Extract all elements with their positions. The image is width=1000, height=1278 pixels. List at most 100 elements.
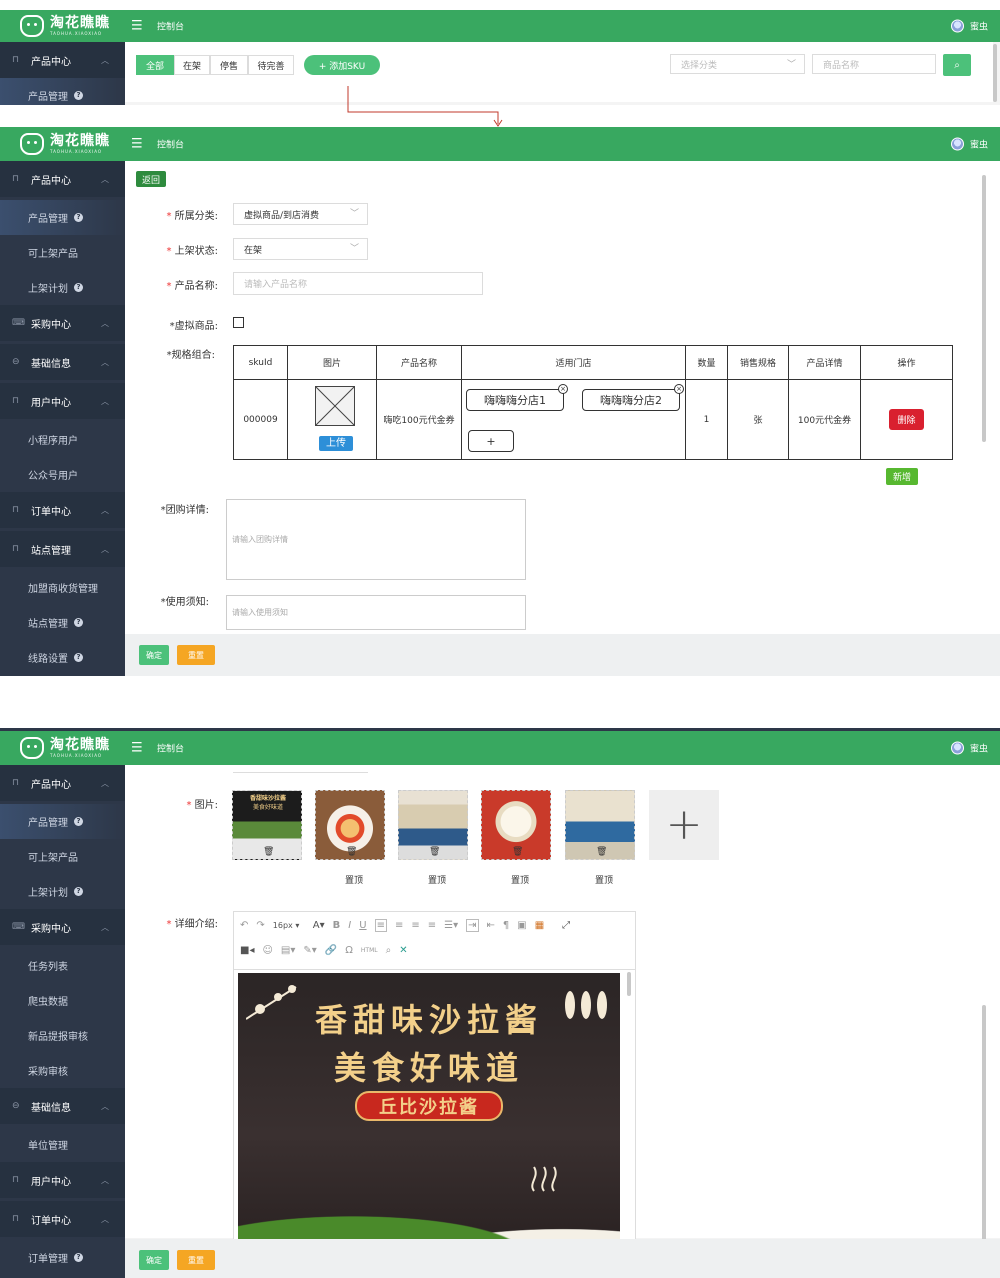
upload-button[interactable]: 上传 — [319, 436, 353, 451]
add-row-button[interactable]: 新增 — [886, 468, 918, 485]
sidebar-group[interactable]: ⊓ 产品中心 ︿ — [0, 765, 125, 801]
sidebar-item[interactable]: 小程序用户 — [0, 422, 125, 457]
trash-icon[interactable]: 🗑 — [512, 847, 523, 857]
find-icon[interactable]: ⌕ — [386, 945, 392, 956]
undo-icon[interactable]: ↶ — [240, 920, 248, 931]
bold-icon[interactable]: B — [333, 920, 341, 931]
clear-format-icon[interactable]: ✕ — [399, 945, 407, 956]
italic-icon[interactable]: I — [348, 920, 351, 931]
sidebar-item[interactable]: 上架计划? — [0, 874, 125, 909]
sidebar-group[interactable]: ⊖ 基础信息 ︿ — [0, 1088, 125, 1124]
sidebar-group[interactable]: ⊓ 站点管理 ︿ — [0, 531, 125, 567]
reset-button[interactable]: 重置 — [177, 645, 215, 665]
product-image[interactable]: 🗑 — [398, 790, 468, 860]
product-name-input[interactable]: 请输入产品名称 — [233, 272, 483, 295]
notice-textarea[interactable]: 请输入使用须知 — [226, 595, 526, 630]
sidebar-group[interactable]: ⊓ 产品中心 ︿ — [0, 161, 125, 197]
special-char-icon[interactable]: Ω — [345, 945, 353, 956]
sidebar-item[interactable]: 任务列表 — [0, 948, 125, 983]
logo[interactable]: 淘花瞧瞧 TAOHUA.XIAOXIAO — [0, 731, 125, 765]
trash-icon[interactable]: 🗑 — [429, 847, 440, 857]
remove-store-icon[interactable]: × — [674, 384, 684, 394]
product-name-input[interactable]: 商品名称 — [812, 54, 936, 74]
product-image[interactable]: 🗑 — [481, 790, 551, 860]
sidebar-group[interactable]: ⌨ 采购中心 ︿ — [0, 305, 125, 341]
sidebar-group[interactable]: ⊓ 订单中心 ︿ — [0, 492, 125, 528]
sidebar-item[interactable]: 爬虫数据 — [0, 983, 125, 1018]
tab-on-shelf[interactable]: 在架 — [174, 55, 210, 75]
editor-scrollbar[interactable] — [627, 972, 631, 996]
code-block-icon[interactable]: ▤▾ — [281, 945, 295, 956]
html-icon[interactable]: HTML — [361, 947, 378, 954]
align-center-icon[interactable]: ≡ — [395, 920, 403, 931]
font-size-select[interactable]: 16px ▾ — [273, 921, 305, 930]
pin-top-link[interactable]: 置顶 — [319, 873, 389, 886]
remove-store-icon[interactable]: × — [558, 384, 568, 394]
pin-top-link[interactable]: 置顶 — [402, 873, 472, 886]
brush-icon[interactable]: ✎▾ — [303, 945, 316, 956]
redo-icon[interactable]: ↷ — [256, 920, 264, 931]
add-sku-button[interactable]: + 添加SKU — [304, 55, 380, 75]
hamburger-icon[interactable]: ☰ — [131, 137, 143, 152]
sidebar-item[interactable]: 公众号用户 — [0, 457, 125, 492]
paragraph-icon[interactable]: ¶ — [503, 920, 509, 931]
outdent-icon[interactable]: ⇤ — [487, 920, 495, 931]
confirm-button[interactable]: 确定 — [139, 1250, 169, 1270]
trash-icon[interactable]: 🗑 — [346, 847, 357, 857]
category-select[interactable]: 选择分类 ﹀ — [670, 54, 805, 74]
editor-body[interactable]: 香甜味沙拉酱 美食好味道 丘比沙拉酱 — [233, 969, 636, 1241]
trash-icon[interactable]: 🗑 — [263, 847, 274, 857]
virtual-checkbox[interactable] — [233, 317, 244, 328]
pin-top-link[interactable]: 置顶 — [485, 873, 555, 886]
align-right-icon[interactable]: ≡ — [411, 920, 419, 931]
confirm-button[interactable]: 确定 — [139, 645, 169, 665]
back-button[interactable]: 返回 — [136, 171, 166, 187]
emoji-icon[interactable]: ☺ — [262, 945, 272, 956]
video-icon[interactable]: ■◂ — [240, 945, 254, 956]
reset-button[interactable]: 重置 — [177, 1250, 215, 1270]
fullscreen-icon[interactable]: ⤢ — [562, 920, 570, 931]
font-color-icon[interactable]: A▾ — [313, 920, 325, 931]
scrollbar[interactable] — [993, 44, 997, 102]
breadcrumb[interactable]: 控制台 — [157, 138, 184, 151]
scrollbar[interactable] — [982, 175, 986, 442]
sidebar-item[interactable]: 单位管理 — [0, 1127, 125, 1162]
sidebar-item[interactable]: 加盟商收货管理 — [0, 570, 125, 605]
indent-icon[interactable]: ⇥ — [466, 919, 479, 932]
sidebar-item[interactable]: 订单管理? — [0, 1240, 125, 1275]
sidebar-group[interactable]: ⌨ 采购中心 ︿ — [0, 909, 125, 945]
sidebar-group-product-center[interactable]: ⊓ 产品中心 ︿ — [0, 42, 125, 78]
sidebar-group[interactable]: ⊖ 基础信息 ︿ — [0, 344, 125, 380]
hamburger-icon[interactable]: ☰ — [131, 19, 143, 34]
product-image[interactable]: 香甜味沙拉酱 美食好味道 🗑 — [232, 790, 302, 860]
breadcrumb[interactable]: 控制台 — [157, 20, 184, 33]
search-button[interactable]: ⌕ — [943, 54, 971, 76]
sidebar-item[interactable]: 线路设置? — [0, 640, 125, 675]
line-height-icon[interactable]: ☰▾ — [444, 920, 458, 931]
logo[interactable]: 淘花瞧瞧 TAOHUA.XIAOXIAO — [0, 127, 125, 161]
media-icon[interactable]: ▦ — [535, 920, 544, 931]
sidebar-item[interactable]: 站点管理? — [0, 605, 125, 640]
sidebar-item[interactable]: 新品提报审核 — [0, 1018, 125, 1053]
sidebar-group[interactable]: ⊓ 订单中心 ︿ — [0, 1201, 125, 1237]
logo[interactable]: 淘花瞧瞧 TAOHUA.XIAOXIAO — [0, 10, 125, 42]
justify-icon[interactable]: ≡ — [428, 920, 436, 931]
align-left-icon[interactable]: ≡ — [374, 919, 387, 932]
pin-top-link[interactable]: 置顶 — [569, 873, 639, 886]
tab-incomplete[interactable]: 待完善 — [248, 55, 294, 75]
underline-icon[interactable]: U — [359, 920, 366, 931]
product-image[interactable]: 🗑 — [565, 790, 635, 860]
delete-button[interactable]: 删除 — [889, 409, 924, 430]
image-icon[interactable]: ▣ — [517, 920, 526, 931]
group-detail-textarea[interactable]: 请输入团购详情 — [226, 499, 526, 580]
add-store-button[interactable]: + — [468, 430, 514, 452]
sidebar-item[interactable]: 上架计划? — [0, 270, 125, 305]
category-select[interactable]: 虚拟商品/到店消费 ﹀ — [233, 203, 368, 225]
sidebar-item[interactable]: 可上架产品 — [0, 235, 125, 270]
breadcrumb[interactable]: 控制台 — [157, 742, 184, 755]
sidebar-item[interactable]: 采购审核 — [0, 1053, 125, 1088]
add-image-button[interactable]: + — [649, 790, 719, 860]
user-menu[interactable]: 蜜虫 — [950, 741, 988, 755]
trash-icon[interactable]: 🗑 — [596, 847, 607, 857]
hamburger-icon[interactable]: ☰ — [131, 741, 143, 756]
